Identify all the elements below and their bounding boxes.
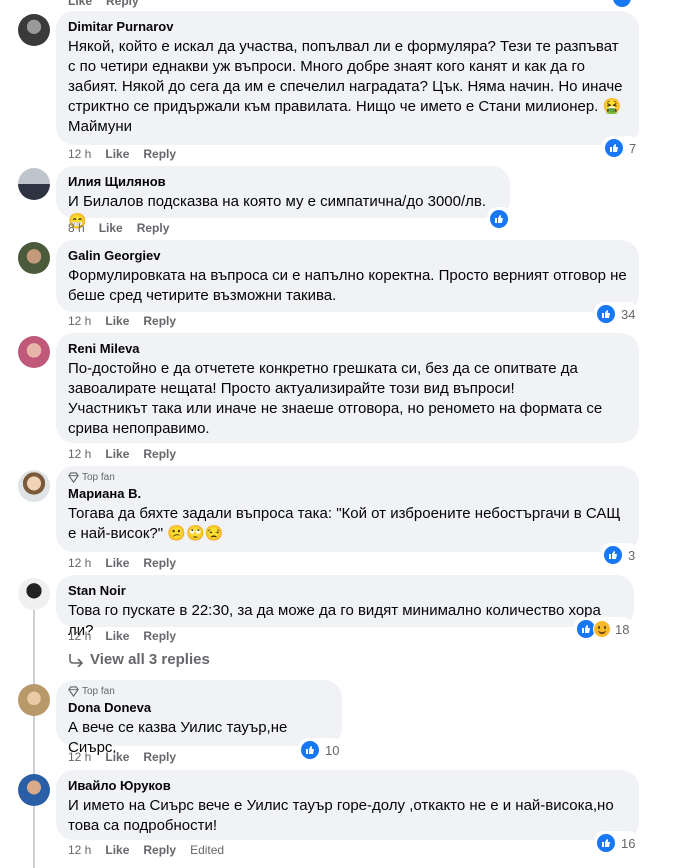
like-reaction-icon xyxy=(602,544,624,566)
comment-text: Формулировката на въпроса си е напълно к… xyxy=(68,267,627,304)
comment-author[interactable]: Мариана В. xyxy=(68,485,627,502)
comment-author[interactable]: Galin Georgiev xyxy=(68,247,627,264)
comment-bubble: Top fan Dona Doneva А вече се казва Уили… xyxy=(56,680,342,756)
reaction-count[interactable]: 34 xyxy=(594,302,639,326)
reply-link[interactable]: Reply xyxy=(143,750,176,764)
top-fan-badge: Top fan xyxy=(68,472,627,483)
view-replies-link[interactable]: View all 3 replies xyxy=(68,651,210,668)
comment-actions: 8 h Like Reply xyxy=(68,221,169,235)
avatar[interactable] xyxy=(18,168,50,200)
reaction-count[interactable]: 16 xyxy=(594,831,639,855)
comment-text: Тогава да бяхте задали въпроса така: "Ко… xyxy=(68,505,621,542)
avatar[interactable] xyxy=(18,684,50,716)
avatar[interactable] xyxy=(18,774,50,806)
like-reaction-icon xyxy=(299,739,321,761)
comment-time[interactable]: 12 h xyxy=(68,147,91,161)
comment-actions-partial: Like Reply xyxy=(68,0,139,8)
top-fan-badge: Top fan xyxy=(68,686,330,697)
comment-actions: 12 h Like Reply xyxy=(68,556,176,570)
like-link[interactable]: Like xyxy=(105,843,129,857)
thread-line xyxy=(33,600,35,868)
reply-link[interactable]: Reply xyxy=(143,629,176,643)
comment-bubble: Ивайло Юруков И името на Сиърс вече е Уи… xyxy=(56,770,639,840)
reaction-count[interactable] xyxy=(610,0,636,10)
reaction-count[interactable]: 10 xyxy=(298,738,343,762)
like-reaction-icon xyxy=(595,832,617,854)
comment-time[interactable]: 12 h xyxy=(68,629,91,643)
reply-arrow-icon xyxy=(69,653,84,667)
comment-actions: 12 h Like Reply xyxy=(68,314,176,328)
comment-author[interactable]: Ивайло Юруков xyxy=(68,777,627,794)
reaction-count[interactable]: 18 xyxy=(574,617,633,641)
reply-link[interactable]: Reply xyxy=(137,221,170,235)
like-reaction-icon xyxy=(603,137,625,159)
like-link[interactable]: Like xyxy=(105,147,129,161)
like-link[interactable]: Like xyxy=(105,556,129,570)
like-reaction-icon xyxy=(488,208,510,230)
comment-bubble: Reni Mileva По-достойно е да отчетете ко… xyxy=(56,333,639,443)
like-link[interactable]: Like xyxy=(105,629,129,643)
comment-bubble: Galin Georgiev Формулировката на въпроса… xyxy=(56,240,639,312)
avatar[interactable] xyxy=(18,470,50,502)
comment-text: По-достойно е да отчетете конкретно греш… xyxy=(68,360,603,437)
comment-actions: 12 h Like Reply xyxy=(68,750,176,764)
avatar[interactable] xyxy=(18,336,50,368)
comment-author[interactable]: Reni Mileva xyxy=(68,340,627,357)
comment-author[interactable]: Dimitar Purnarov xyxy=(68,18,627,35)
like-link[interactable]: Like xyxy=(68,0,92,8)
reply-link[interactable]: Reply xyxy=(143,556,176,570)
comment-time[interactable]: 12 h xyxy=(68,843,91,857)
comment-actions: 12 h Like Reply xyxy=(68,447,176,461)
comment-time[interactable]: 12 h xyxy=(68,314,91,328)
like-reaction-icon xyxy=(611,0,633,9)
comment-author[interactable]: Илия Щилянов xyxy=(68,173,498,190)
edited-label: Edited xyxy=(190,843,225,857)
like-link[interactable]: Like xyxy=(99,221,123,235)
reaction-number: 3 xyxy=(628,547,636,563)
diamond-icon xyxy=(68,686,79,697)
badge-label: Top fan xyxy=(82,686,115,697)
comment-bubble: Stan Noir Това го пускате в 22:30, за да… xyxy=(56,575,634,639)
reaction-number: 10 xyxy=(325,742,340,758)
comment-bubble: Top fan Мариана В. Тогава да бяхте задал… xyxy=(56,466,639,552)
like-link[interactable]: Like xyxy=(105,314,129,328)
avatar[interactable] xyxy=(18,578,50,610)
like-link[interactable]: Like xyxy=(105,447,129,461)
comment-time[interactable]: 12 h xyxy=(68,750,91,764)
comment-bubble: Dimitar Purnarov Някой, който е искал да… xyxy=(56,11,639,145)
reaction-number: 18 xyxy=(615,621,630,637)
reaction-number: 7 xyxy=(629,140,637,156)
reaction-number: 34 xyxy=(621,306,636,322)
comment-author[interactable]: Stan Noir xyxy=(68,582,622,599)
reaction-number: 16 xyxy=(621,835,636,851)
comment-time[interactable]: 8 h xyxy=(68,221,85,235)
reply-link[interactable]: Reply xyxy=(143,147,176,161)
view-replies-label: View all 3 replies xyxy=(90,651,210,668)
reply-link[interactable]: Reply xyxy=(143,314,176,328)
comment-time[interactable]: 12 h xyxy=(68,556,91,570)
diamond-icon xyxy=(68,472,79,483)
reaction-count[interactable] xyxy=(487,207,513,231)
badge-label: Top fan xyxy=(82,472,115,483)
comment-actions: 12 h Like Reply xyxy=(68,629,176,643)
comment-author[interactable]: Dona Doneva xyxy=(68,699,330,716)
haha-reaction-icon xyxy=(593,620,611,638)
like-link[interactable]: Like xyxy=(105,750,129,764)
reply-link[interactable]: Reply xyxy=(106,0,139,8)
reaction-count[interactable]: 7 xyxy=(602,136,640,160)
like-reaction-icon xyxy=(595,303,617,325)
comment-text: И името на Сиърс вече е Уилис тауър горе… xyxy=(68,797,614,834)
reply-link[interactable]: Reply xyxy=(143,447,176,461)
comment-bubble: Илия Щилянов И Билалов подсказва на коят… xyxy=(56,166,510,230)
avatar[interactable] xyxy=(18,242,50,274)
comment-actions: 12 h Like Reply xyxy=(68,147,176,161)
reply-link[interactable]: Reply xyxy=(143,843,176,857)
comment-time[interactable]: 12 h xyxy=(68,447,91,461)
reaction-count[interactable]: 3 xyxy=(601,543,639,567)
comment-actions: 12 h Like Reply Edited xyxy=(68,843,224,857)
comment-text: Някой, който е искал да участва, попълва… xyxy=(68,38,623,135)
avatar[interactable] xyxy=(18,14,50,46)
